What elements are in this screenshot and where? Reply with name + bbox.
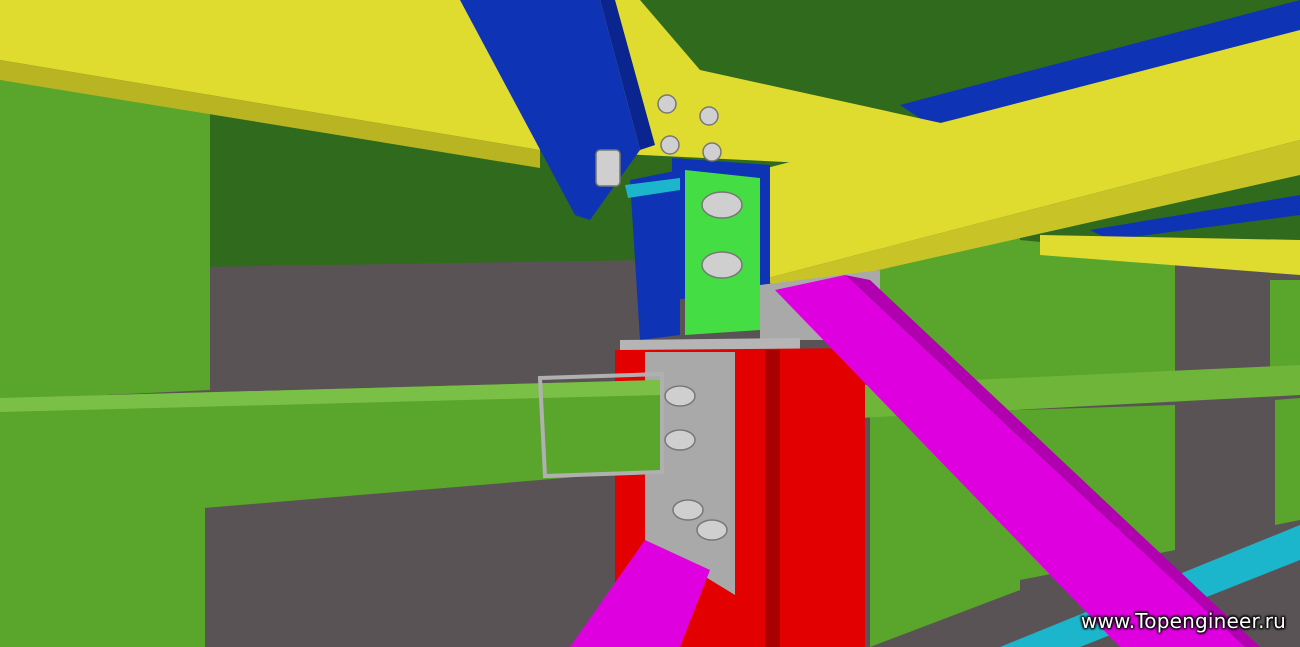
bolt-head-4 [702, 142, 722, 162]
bolt-stem-1 [595, 149, 621, 187]
watermark-text: www.Topengineer.ru [1080, 609, 1286, 633]
bolt-head-2 [699, 106, 719, 126]
structural-3d-model [0, 0, 1300, 647]
green-column-left-lower [0, 505, 205, 647]
bolt-head-1 [657, 94, 677, 114]
green-panel-right-4 [1275, 398, 1300, 525]
bolt-gusset-3 [672, 499, 704, 521]
bolt-gusset-1 [664, 385, 696, 407]
green-panel-right-3 [1270, 280, 1300, 372]
red-column-web [765, 350, 780, 647]
green-column-left [0, 80, 210, 400]
bolt-plate-1 [701, 191, 743, 219]
bolt-head-3 [660, 135, 680, 155]
steel-connection-render: www.Topengineer.ru [0, 0, 1300, 647]
bolt-gusset-4 [696, 519, 728, 541]
bolt-plate-2 [701, 251, 743, 279]
bolt-gusset-2 [664, 429, 696, 451]
